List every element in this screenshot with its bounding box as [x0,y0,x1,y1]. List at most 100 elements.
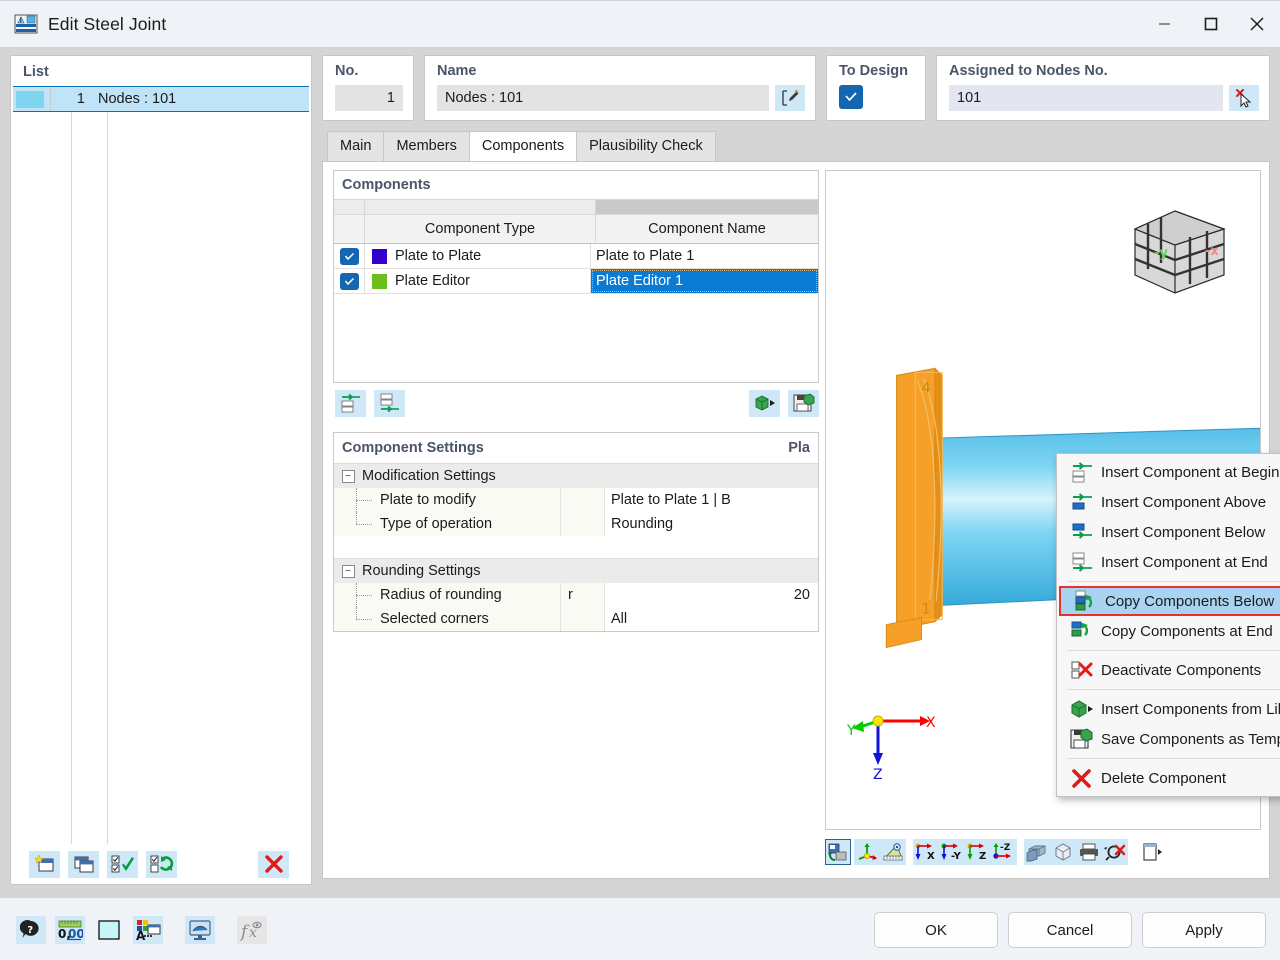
view-minus-y-button[interactable]: -Y [939,839,965,865]
navigation-cube[interactable]: -y -x [1127,199,1232,303]
settings-row-symbol [561,488,605,512]
settings-row-value[interactable]: 20 [605,583,818,607]
no-label: No. [335,63,359,79]
menu-item-insert-component-above[interactable]: Insert Component Above [1057,487,1280,517]
formula-button[interactable]: f x [237,916,267,944]
settings-row[interactable]: Plate to modify Plate to Plate 1 | B [334,488,818,512]
list-item[interactable]: 1 Nodes : 101 [13,86,309,112]
minimize-button[interactable] [1142,1,1188,47]
menu-item-copy-components-below[interactable]: Copy Components Below [1059,586,1280,616]
row-component-name-cell-selected[interactable]: Plate Editor 1 [591,269,818,293]
menu-item-deactivate-components[interactable]: Deactivate Components [1057,655,1280,685]
tab-plausibility-check[interactable]: Plausibility Check [576,131,716,161]
select-all-button[interactable] [107,850,138,878]
name-input[interactable]: Nodes : 101 [437,85,769,111]
insert-component-beginning-button[interactable] [335,389,366,417]
app-icon [14,12,38,36]
name-field-group: Name Nodes : 101 [424,55,816,121]
menu-item-insert-component-below[interactable]: Insert Component Below [1057,517,1280,547]
dialog-buttons: OK Cancel Apply [874,912,1266,948]
row-checkbox[interactable] [334,269,365,293]
view-minus-z-button[interactable]: -Z [991,839,1017,865]
rotate-view-button[interactable] [825,839,851,865]
edit-steel-joint-window: Edit Steel Joint List 1 Nodes: 101 No. … [0,0,1280,960]
view-x-button[interactable]: X [913,839,939,865]
edit-pencil-icon[interactable] [775,85,805,111]
window-controls [1142,1,1280,47]
content-row: List 1 Nodes : 101 No. 1 Name Nodes: 10… [0,47,1280,885]
list-panel: List 1 Nodes : 101 [10,55,312,885]
tab-components[interactable]: Components [468,131,578,161]
menu-item-label: Copy Components Below [1105,592,1275,610]
copy-end-icon [1063,620,1101,642]
to-design-checkbox[interactable] [839,85,863,109]
cube-label-minus-x: -x [1205,244,1219,259]
delete-joint-button[interactable] [258,850,289,878]
new-joint-button[interactable] [29,850,60,878]
settings-group-header[interactable]: − Rounding Settings [334,558,818,583]
expand-view-button[interactable] [1139,839,1165,865]
measure-button[interactable] [880,839,906,865]
pick-cursor-icon[interactable] [1229,85,1259,111]
display-properties-button[interactable]: A [133,916,163,944]
settings-row[interactable]: Selected corners All [334,607,818,631]
insert-above-icon [1063,491,1101,513]
settings-group-header[interactable]: − Modification Settings [334,463,818,488]
tab-members[interactable]: Members [383,131,470,161]
menu-separator [1067,758,1280,759]
zoom-reset-button[interactable] [1102,839,1128,865]
row-component-name-cell[interactable]: Plate to Plate 1 [591,244,818,268]
row-component-type-cell[interactable]: Plate Editor [365,269,591,293]
print-button[interactable] [1076,839,1102,865]
save-as-template-button[interactable] [788,389,819,417]
copy-joint-button[interactable] [68,850,99,878]
svg-text:1: 1 [922,602,931,618]
grid-header-row: Component Type Component Name [334,214,818,244]
collapse-toggle-icon[interactable]: − [334,469,362,483]
view-z-button[interactable]: Z [965,839,991,865]
name-label: Name [437,63,477,79]
close-button[interactable] [1234,1,1280,47]
settings-row-value[interactable]: All [605,607,818,631]
table-row[interactable]: Plate to Plate Plate to Plate 1 [334,244,818,269]
insert-component-end-button[interactable] [374,389,405,417]
invert-selection-button[interactable] [146,850,177,878]
units-button[interactable]: 0, 00 [55,916,85,944]
color-swatch-button[interactable] [94,916,124,944]
grid-subheader-cell-1 [334,200,365,214]
shaded-view-button[interactable] [1024,839,1050,865]
menu-item-insert-component-at-end[interactable]: Insert Component at End [1057,547,1280,577]
ok-button[interactable]: OK [874,912,998,948]
row-component-type-cell[interactable]: Plate to Plate [365,244,591,268]
wireframe-view-button[interactable] [1050,839,1076,865]
svg-text:?: ? [27,925,33,936]
components-grid-toolbar [333,383,819,420]
show-axes-button[interactable] [854,839,880,865]
table-row[interactable]: Plate Editor Plate Editor 1 [334,269,818,294]
menu-item-insert-component-at-beginning[interactable]: Insert Component at Beginning [1057,457,1280,487]
settings-row-value[interactable]: Plate to Plate 1 | B [605,488,818,512]
list-item-number: 1 [50,88,91,110]
settings-row[interactable]: Radius of rounding r 20 [334,583,818,607]
row-checkbox[interactable] [334,244,365,268]
assigned-nodes-input[interactable]: 101 [949,85,1223,111]
settings-row-value[interactable]: Rounding [605,512,818,536]
cancel-button[interactable]: Cancel [1008,912,1132,948]
help-button[interactable]: ? [16,916,46,944]
collapse-toggle-icon[interactable]: − [334,564,362,578]
component-settings-panel: Component Settings Pla − Modification Se… [333,432,819,632]
menu-item-label: Insert Component at End [1101,553,1268,571]
components-pane: Components Component Type Component Name [323,162,819,878]
insert-from-library-button[interactable] [749,389,780,417]
menu-item-insert-components-from-library[interactable]: Insert Components from Library [1057,694,1280,724]
settings-row[interactable]: Type of operation Rounding [334,512,818,536]
tab-main[interactable]: Main [327,131,385,161]
menu-item-save-components-as-template[interactable]: Save Components as Template [1057,724,1280,754]
apply-button[interactable]: Apply [1142,912,1266,948]
menu-item-copy-components-at-end[interactable]: Copy Components at End [1057,616,1280,646]
settings-row-label: Radius of rounding [380,583,561,607]
svg-text:X: X [926,715,936,731]
render-button[interactable] [185,916,215,944]
maximize-button[interactable] [1188,1,1234,47]
menu-item-delete-component[interactable]: Delete Component [1057,763,1280,793]
